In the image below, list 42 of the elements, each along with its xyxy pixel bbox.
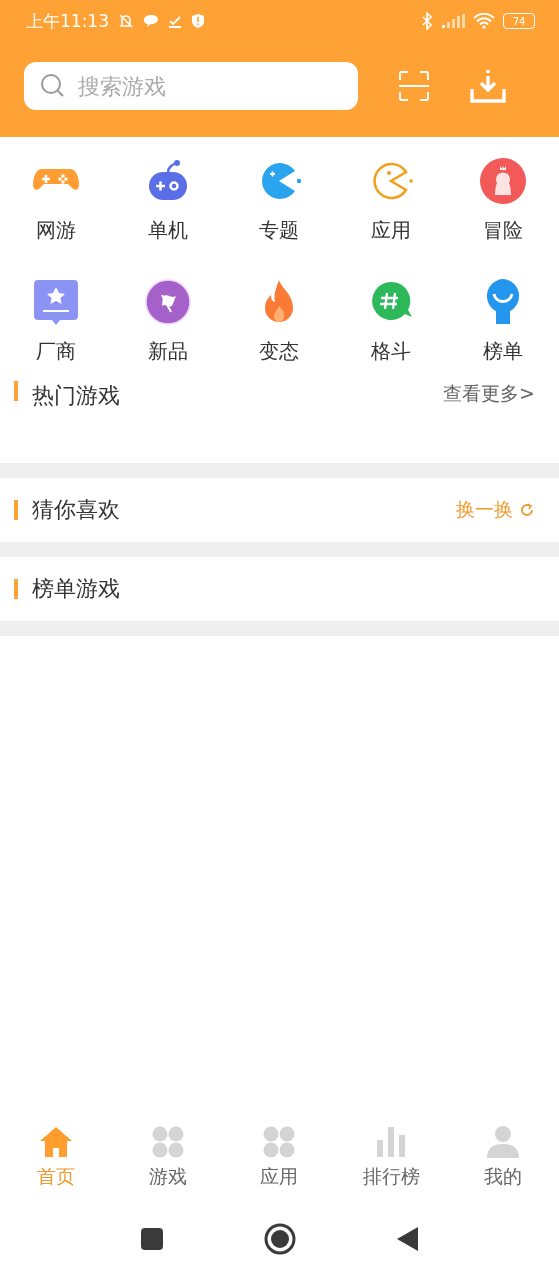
wifi-icon xyxy=(473,13,495,29)
star-badge-icon[interactable] xyxy=(31,278,80,326)
section-marker xyxy=(14,579,18,599)
download-done-icon xyxy=(167,13,183,29)
mascot-icon[interactable] xyxy=(479,157,528,205)
signal-icon xyxy=(441,14,465,28)
recents-button[interactable] xyxy=(139,1227,164,1251)
battery-icon: 74 xyxy=(503,13,535,29)
more-link[interactable]: 查看更多> xyxy=(443,381,535,407)
section-marker xyxy=(14,381,18,401)
nav-tab[interactable]: 我的 xyxy=(447,1124,559,1190)
flag-icon[interactable] xyxy=(143,278,192,326)
section-title: 榜单游戏 xyxy=(32,575,120,603)
shield-icon xyxy=(191,13,205,29)
section-title: 热门游戏 xyxy=(32,382,120,410)
category-label: 专题 xyxy=(259,217,300,244)
category-label: 新品 xyxy=(147,338,188,365)
home-button[interactable] xyxy=(263,1223,296,1255)
download-icon[interactable] xyxy=(470,69,506,103)
status-time: 上午11:13 xyxy=(26,9,109,33)
section-title: 猜你喜欢 xyxy=(32,496,120,524)
category-label: 变态 xyxy=(259,338,300,365)
chat-icon xyxy=(143,14,159,28)
back-button[interactable] xyxy=(395,1226,420,1252)
category-label: 厂商 xyxy=(35,338,76,365)
scan-icon[interactable] xyxy=(398,70,430,102)
bluetooth-icon xyxy=(421,12,433,30)
refresh-icon xyxy=(519,502,535,518)
category-label: 单机 xyxy=(147,217,188,244)
category-label: 格斗 xyxy=(371,338,412,365)
category-label: 冒险 xyxy=(483,217,524,244)
category-label: 网游 xyxy=(35,217,76,244)
nav-tab[interactable]: 游戏 xyxy=(111,1124,224,1190)
nav-tab[interactable]: 排行榜 xyxy=(335,1124,448,1190)
section-marker xyxy=(14,500,18,520)
search-icon xyxy=(40,73,66,99)
person-icon xyxy=(485,1124,522,1160)
nav-tab[interactable]: 应用 xyxy=(223,1124,336,1190)
mute-icon xyxy=(117,12,135,30)
category-label: 应用 xyxy=(371,217,412,244)
search-field[interactable]: 搜索游戏 xyxy=(24,62,358,110)
category-label: 榜单 xyxy=(483,338,524,365)
